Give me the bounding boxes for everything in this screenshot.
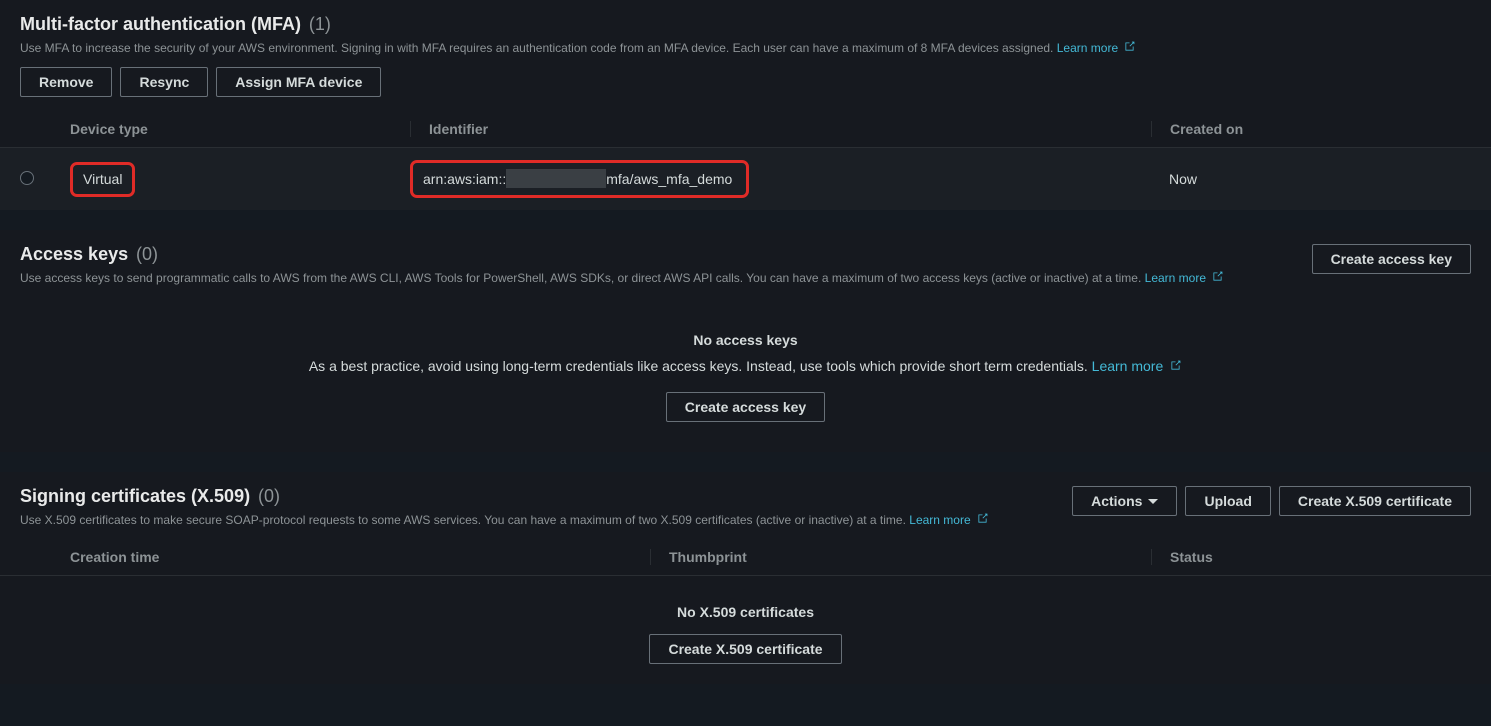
remove-button[interactable]: Remove bbox=[20, 67, 112, 97]
signing-learn-more-link[interactable]: Learn more bbox=[909, 513, 989, 527]
col-device-type-header[interactable]: Device type bbox=[50, 121, 410, 137]
access-keys-section: Access keys (0) Use access keys to send … bbox=[0, 230, 1491, 452]
access-keys-headrow: Access keys (0) Use access keys to send … bbox=[0, 230, 1491, 297]
learn-more-label: Learn more bbox=[909, 513, 970, 527]
mfa-header: Multi-factor authentication (MFA) (1) bbox=[0, 0, 1491, 39]
access-keys-empty-learn-more-link[interactable]: Learn more bbox=[1092, 358, 1182, 374]
access-keys-title: Access keys bbox=[20, 244, 128, 264]
identifier-suffix: mfa/aws_mfa_demo bbox=[606, 171, 732, 187]
row-radio[interactable] bbox=[20, 171, 34, 185]
signing-table-header: Creation time Thumbprint Status bbox=[0, 539, 1491, 576]
create-access-key-button[interactable]: Create access key bbox=[1312, 244, 1471, 274]
access-keys-empty: No access keys As a best practice, avoid… bbox=[0, 297, 1491, 452]
access-keys-learn-more-link[interactable]: Learn more bbox=[1145, 271, 1225, 285]
no-access-keys-title: No access keys bbox=[20, 332, 1471, 348]
identifier-prefix: arn:aws:iam:: bbox=[423, 171, 506, 187]
signing-title: Signing certificates (X.509) bbox=[20, 486, 250, 506]
assign-mfa-button[interactable]: Assign MFA device bbox=[216, 67, 381, 97]
signing-actions-button[interactable]: Actions bbox=[1072, 486, 1177, 516]
col-creation-time-header[interactable]: Creation time bbox=[50, 549, 650, 565]
mfa-button-row: Remove Resync Assign MFA device bbox=[0, 67, 1491, 111]
identifier-redacted bbox=[506, 169, 606, 188]
mfa-count: (1) bbox=[309, 14, 331, 34]
signing-count: (0) bbox=[258, 486, 280, 506]
signing-header: Signing certificates (X.509) (0) bbox=[0, 472, 1072, 511]
signing-section: Signing certificates (X.509) (0) Use X.5… bbox=[0, 472, 1491, 684]
create-x509-empty-button[interactable]: Create X.509 certificate bbox=[649, 634, 841, 664]
learn-more-label: Learn more bbox=[1145, 271, 1206, 285]
identifier-cell: arn:aws:iam::mfa/aws_mfa_demo bbox=[410, 160, 1151, 198]
access-keys-count: (0) bbox=[136, 244, 158, 264]
mfa-table-header: Device type Identifier Created on bbox=[0, 111, 1491, 148]
external-link-icon bbox=[1123, 40, 1136, 53]
mfa-title: Multi-factor authentication (MFA) bbox=[20, 14, 301, 34]
no-x509-title: No X.509 certificates bbox=[20, 604, 1471, 620]
mfa-learn-more-link[interactable]: Learn more bbox=[1057, 41, 1137, 55]
signing-empty: No X.509 certificates Create X.509 certi… bbox=[0, 576, 1491, 684]
device-type-value: Virtual bbox=[83, 171, 122, 187]
col-created-header[interactable]: Created on bbox=[1151, 121, 1471, 137]
signing-headrow: Signing certificates (X.509) (0) Use X.5… bbox=[0, 472, 1491, 539]
row-radio-cell bbox=[20, 171, 50, 188]
external-link-icon bbox=[1211, 270, 1224, 283]
mfa-desc-row: Use MFA to increase the security of your… bbox=[0, 39, 1491, 67]
mfa-table-row: Virtual arn:aws:iam::mfa/aws_mfa_demo No… bbox=[0, 148, 1491, 210]
mfa-desc: Use MFA to increase the security of your… bbox=[20, 41, 1053, 55]
actions-label: Actions bbox=[1091, 493, 1142, 509]
external-link-icon bbox=[976, 512, 989, 525]
col-thumbprint-header[interactable]: Thumbprint bbox=[650, 549, 1151, 565]
upload-button[interactable]: Upload bbox=[1185, 486, 1270, 516]
learn-more-label: Learn more bbox=[1057, 41, 1118, 55]
create-access-key-empty-button[interactable]: Create access key bbox=[666, 392, 825, 422]
mfa-table: Device type Identifier Created on Virtua… bbox=[0, 111, 1491, 210]
chevron-down-icon bbox=[1148, 499, 1158, 504]
external-link-icon bbox=[1169, 359, 1182, 372]
create-x509-button[interactable]: Create X.509 certificate bbox=[1279, 486, 1471, 516]
resync-button[interactable]: Resync bbox=[120, 67, 208, 97]
signing-table: Creation time Thumbprint Status bbox=[0, 539, 1491, 576]
access-keys-desc-row: Use access keys to send programmatic cal… bbox=[0, 269, 1312, 297]
access-keys-header: Access keys (0) bbox=[0, 230, 1312, 269]
access-keys-desc: Use access keys to send programmatic cal… bbox=[20, 271, 1141, 285]
signing-desc-row: Use X.509 certificates to make secure SO… bbox=[0, 511, 1072, 539]
col-identifier-header[interactable]: Identifier bbox=[410, 121, 1151, 137]
no-access-keys-desc: As a best practice, avoid using long-ter… bbox=[20, 358, 1471, 374]
learn-more-label: Learn more bbox=[1092, 358, 1164, 374]
device-type-cell: Virtual bbox=[50, 162, 410, 197]
mfa-section: Multi-factor authentication (MFA) (1) Us… bbox=[0, 0, 1491, 210]
device-type-highlight: Virtual bbox=[70, 162, 135, 197]
col-status-header[interactable]: Status bbox=[1151, 549, 1471, 565]
identifier-highlight: arn:aws:iam::mfa/aws_mfa_demo bbox=[410, 160, 749, 198]
empty-desc-text: As a best practice, avoid using long-ter… bbox=[309, 358, 1088, 374]
created-cell: Now bbox=[1151, 171, 1471, 187]
signing-desc: Use X.509 certificates to make secure SO… bbox=[20, 513, 906, 527]
